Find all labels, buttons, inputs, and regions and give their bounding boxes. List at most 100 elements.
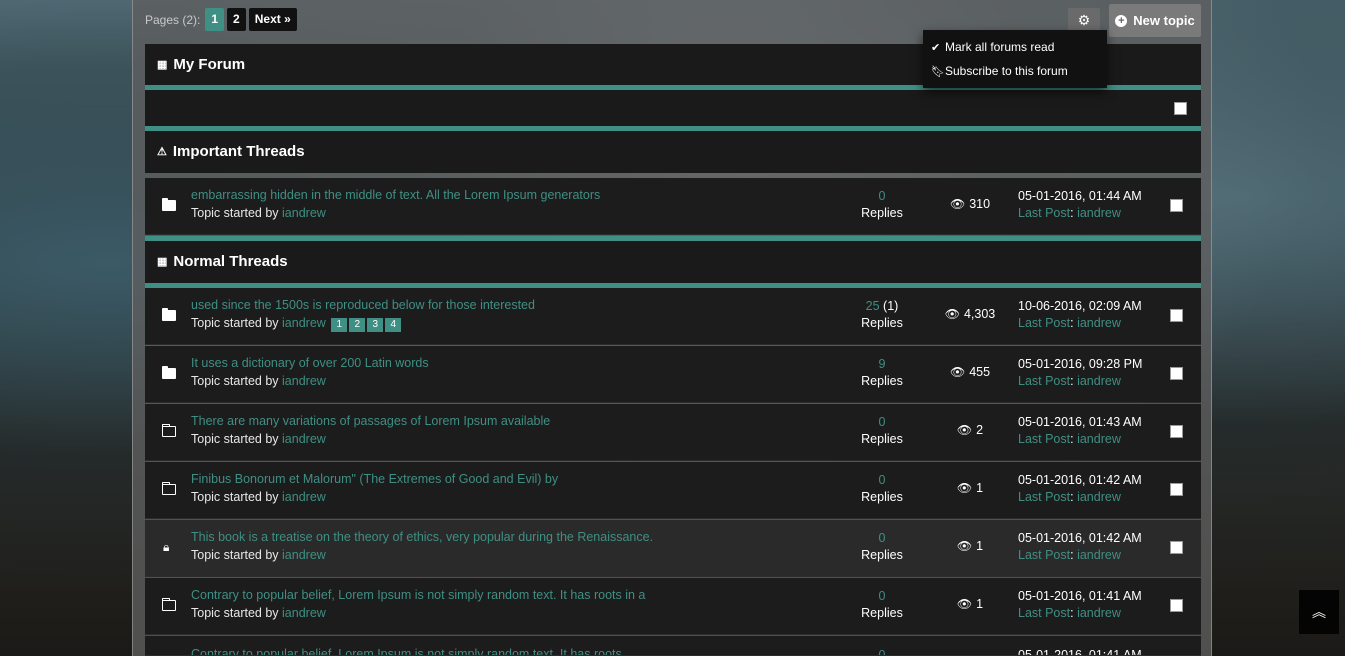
- next-page-button[interactable]: Next »: [248, 8, 297, 31]
- thread-checkbox[interactable]: [1170, 541, 1183, 554]
- reply-count[interactable]: 0: [835, 472, 929, 489]
- reply-count[interactable]: 0: [835, 647, 929, 655]
- replies-label: Replies: [861, 316, 903, 330]
- thread-checkbox[interactable]: [1170, 199, 1183, 212]
- new-topic-button[interactable]: + New topic: [1109, 4, 1201, 37]
- replies-cell: 9 Replies: [835, 356, 929, 390]
- last-post-date: 05-01-2016, 01:43 AM: [1018, 415, 1142, 429]
- reply-count[interactable]: 0: [835, 588, 929, 605]
- thread-checkbox[interactable]: [1170, 483, 1183, 496]
- last-post-label[interactable]: Last Post: [1018, 606, 1070, 620]
- last-post-author[interactable]: iandrew: [1077, 432, 1121, 446]
- thread-page-link[interactable]: 4: [385, 318, 402, 332]
- thread-row[interactable]: Contrary to popular belief, Lorem Ipsum …: [145, 578, 1201, 635]
- select-all-checkbox[interactable]: [1174, 102, 1187, 115]
- views-cell: 👁 2: [935, 423, 1005, 437]
- thread-checkbox[interactable]: [1170, 599, 1183, 612]
- thread-author[interactable]: iandrew: [282, 206, 326, 220]
- replies-label: Replies: [861, 606, 903, 620]
- thread-title[interactable]: Finibus Bonorum et Malorum" (The Extreme…: [191, 472, 558, 486]
- folder-icon: [162, 308, 176, 321]
- thread-row[interactable]: It uses a dictionary of over 200 Latin w…: [145, 346, 1201, 403]
- started-by-label: Topic started by: [191, 206, 279, 220]
- last-post-author[interactable]: iandrew: [1077, 606, 1121, 620]
- replies-label: Replies: [861, 206, 903, 220]
- thread-author[interactable]: iandrew: [282, 432, 326, 446]
- last-post-author[interactable]: iandrew: [1077, 490, 1121, 504]
- thread-row[interactable]: Contrary to popular belief, Lorem Ipsum …: [145, 636, 1201, 656]
- thread-page-link[interactable]: 2: [349, 318, 366, 332]
- folder-icon: [162, 198, 176, 211]
- last-post-date: 05-01-2016, 01:41 AM: [1018, 589, 1142, 603]
- thread-checkbox[interactable]: [1170, 309, 1183, 322]
- reply-count[interactable]: 0: [835, 414, 929, 431]
- mark-all-read-item[interactable]: ✔ Mark all forums read: [923, 38, 1107, 62]
- thread-page-link[interactable]: 1: [331, 318, 348, 332]
- page-link-1[interactable]: 1: [205, 8, 225, 31]
- normal-threads-header: ▦ Normal Threads: [145, 241, 1201, 283]
- thread-author[interactable]: iandrew: [282, 490, 326, 504]
- thread-meta: Topic started by iandrew: [191, 432, 326, 446]
- forum-container: Pages (2): 1 2 Next » ⚙ + New topic ✔ Ma…: [132, 0, 1212, 656]
- eye-icon: 👁: [956, 423, 973, 437]
- last-post-label[interactable]: Last Post: [1018, 490, 1070, 504]
- last-post-author[interactable]: iandrew: [1077, 548, 1121, 562]
- folder-outline-icon: [161, 482, 176, 495]
- folder-icon: [162, 366, 176, 379]
- subscribe-forum-item[interactable]: 🔖︎ Subscribe to this forum: [923, 62, 1107, 86]
- thread-title[interactable]: Contrary to popular belief, Lorem Ipsum …: [191, 647, 622, 655]
- thread-title[interactable]: embarrassing hidden in the middle of tex…: [191, 188, 600, 202]
- thread-title[interactable]: Contrary to popular belief, Lorem Ipsum …: [191, 588, 645, 602]
- thread-author[interactable]: iandrew: [282, 374, 326, 388]
- thread-checkbox[interactable]: [1170, 425, 1183, 438]
- last-post-date: 05-01-2016, 01:42 AM: [1018, 531, 1142, 545]
- last-post-date: 10-06-2016, 02:09 AM: [1018, 299, 1142, 313]
- reply-count[interactable]: 9: [835, 356, 929, 373]
- thread-row[interactable]: There are many variations of passages of…: [145, 404, 1201, 461]
- thread-row[interactable]: embarrassing hidden in the middle of tex…: [145, 178, 1201, 235]
- thread-row[interactable]: used since the 1500s is reproduced below…: [145, 288, 1201, 345]
- thread-author[interactable]: iandrew: [282, 548, 326, 562]
- eye-icon: 👁: [956, 539, 973, 553]
- eye-icon: 👁: [956, 597, 973, 611]
- reply-count[interactable]: 25: [866, 299, 880, 313]
- thread-title[interactable]: This book is a treatise on the theory of…: [191, 530, 653, 544]
- last-post-author[interactable]: iandrew: [1077, 374, 1121, 388]
- scroll-to-top-button[interactable]: ︽: [1299, 590, 1339, 634]
- page-link-2[interactable]: 2: [227, 8, 246, 31]
- thread-title[interactable]: It uses a dictionary of over 200 Latin w…: [191, 356, 429, 370]
- view-count: 4,303: [963, 307, 996, 321]
- last-post-label[interactable]: Last Post: [1018, 316, 1070, 330]
- thread-author[interactable]: iandrew: [282, 316, 326, 330]
- folder-outline-icon: [161, 424, 176, 437]
- view-count: 455: [969, 365, 991, 379]
- eye-icon: 👁: [956, 481, 973, 495]
- thread-author[interactable]: iandrew: [282, 606, 326, 620]
- last-post-label[interactable]: Last Post: [1018, 548, 1070, 562]
- thread-title[interactable]: There are many variations of passages of…: [191, 414, 550, 428]
- last-post-label[interactable]: Last Post: [1018, 374, 1070, 388]
- thread-page-link[interactable]: 3: [367, 318, 384, 332]
- last-post-label[interactable]: Last Post: [1018, 206, 1070, 220]
- last-post-cell: 05-01-2016, 01:43 AM Last Post: iandrew: [1018, 415, 1142, 446]
- grid-icon: ▦: [157, 59, 168, 71]
- last-post-date: 05-01-2016, 01:42 AM: [1018, 473, 1142, 487]
- started-by-label: Topic started by: [191, 316, 279, 330]
- eye-icon: 👁: [944, 307, 960, 321]
- reply-count[interactable]: 0: [835, 188, 929, 205]
- thread-meta: Topic started by iandrew: [191, 490, 326, 504]
- thread-checkbox[interactable]: [1170, 367, 1183, 380]
- last-post-author[interactable]: iandrew: [1077, 206, 1121, 220]
- reply-count[interactable]: 0: [835, 530, 929, 547]
- thread-meta: Topic started by iandrew: [191, 374, 326, 388]
- thread-row[interactable]: Finibus Bonorum et Malorum" (The Extreme…: [145, 462, 1201, 519]
- last-post-author[interactable]: iandrew: [1077, 316, 1121, 330]
- replies-label: Replies: [861, 374, 903, 388]
- thread-row[interactable]: 🔒︎ This book is a treatise on the theory…: [145, 520, 1201, 577]
- double-chevron-up-icon: ︽: [1312, 604, 1326, 620]
- thread-title[interactable]: used since the 1500s is reproduced below…: [191, 298, 535, 312]
- views-cell: 👁 1: [935, 539, 1005, 553]
- last-post-label[interactable]: Last Post: [1018, 432, 1070, 446]
- started-by-label: Topic started by: [191, 548, 279, 562]
- last-post-date: 05-01-2016, 09:28 PM: [1018, 357, 1143, 371]
